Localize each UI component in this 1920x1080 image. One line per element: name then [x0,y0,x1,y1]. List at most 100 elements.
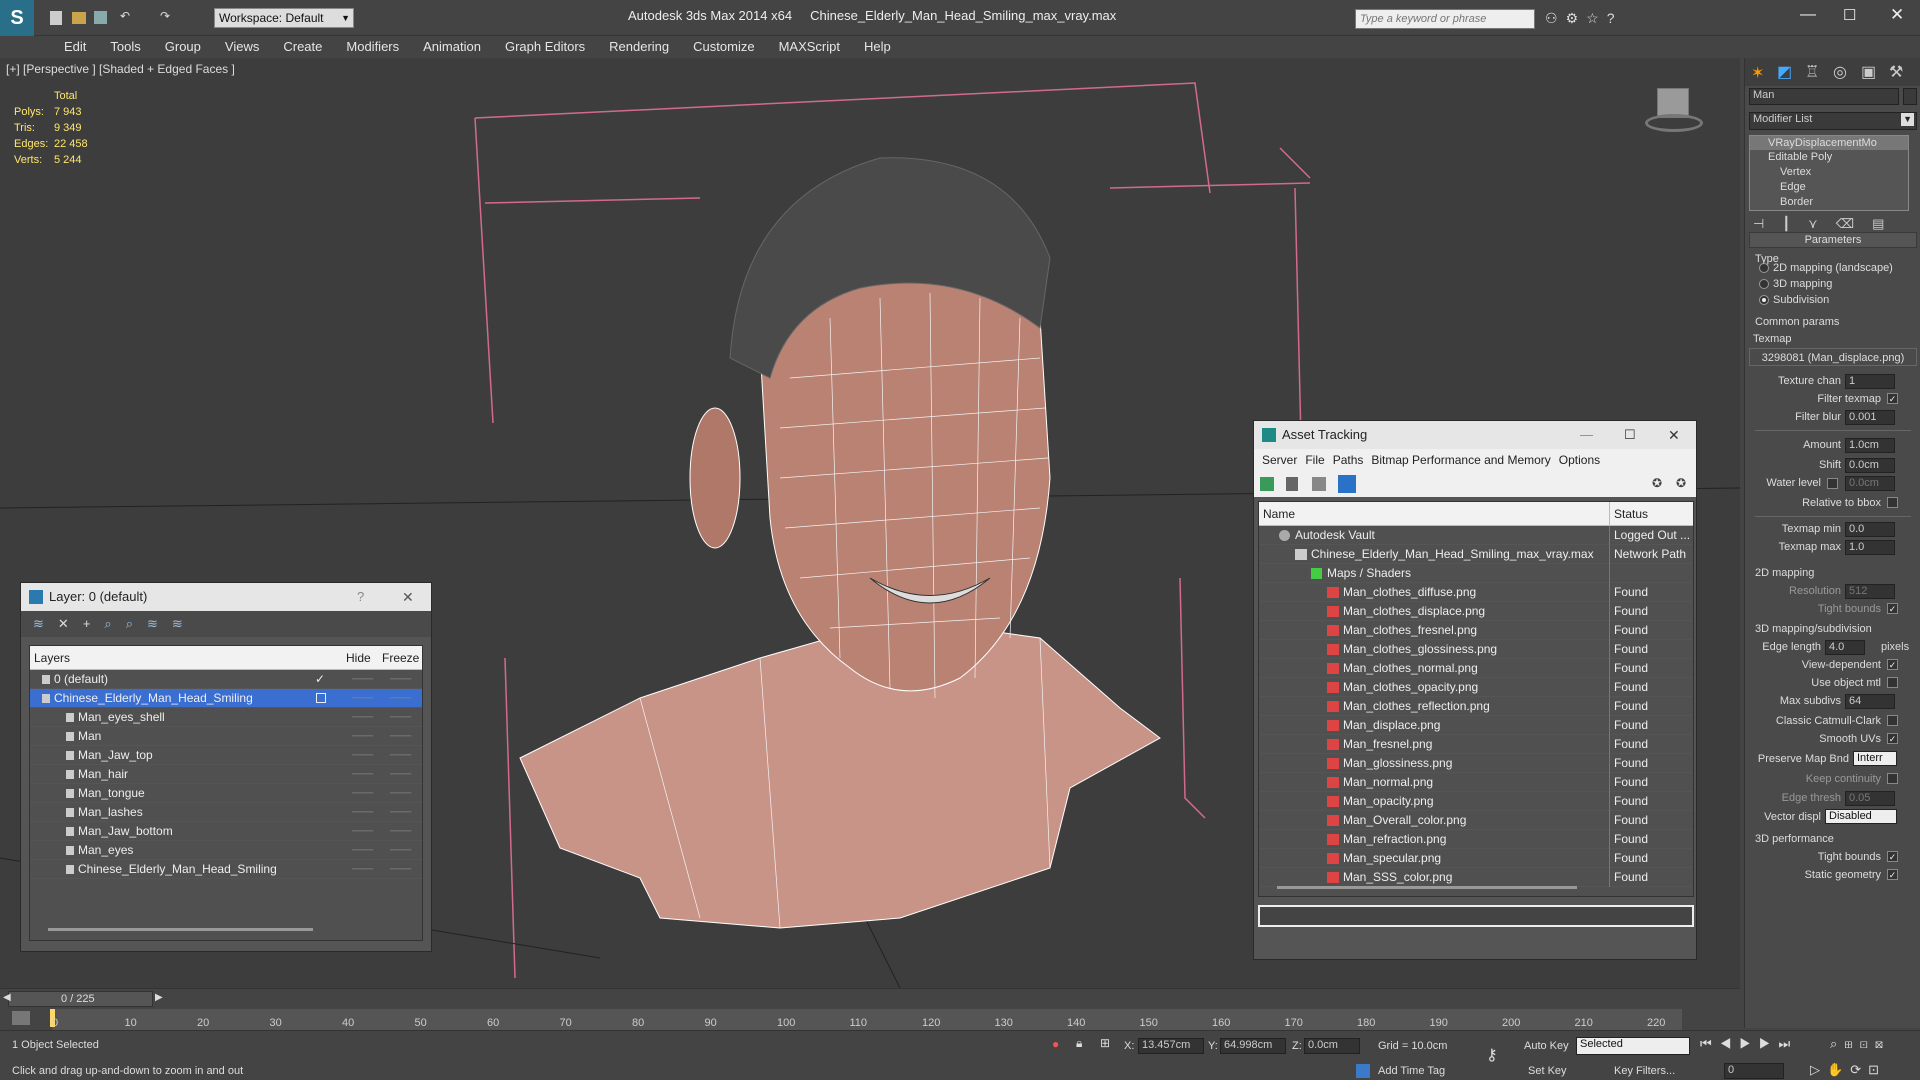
delete-layer-icon[interactable]: ✕ [58,616,83,631]
binoculars-icon[interactable]: ⚇ [1545,10,1566,26]
menu-graph-editors[interactable]: Graph Editors [493,36,597,58]
catmull-clark-checkbox[interactable] [1887,715,1898,726]
maximize-button[interactable]: ☐ [1843,6,1856,24]
asset-row[interactable]: Man_clothes_opacity.png Found [1259,678,1693,697]
asset-row[interactable]: Man_clothes_fresnel.png Found [1259,621,1693,640]
hide-toggle[interactable]: ─── [352,803,373,822]
asset-row[interactable]: Man_SSS_color.png Found [1259,868,1693,887]
hide-toggle[interactable]: ─── [352,708,373,727]
hide-toggle[interactable]: ─── [352,746,373,765]
create-layer-icon[interactable]: ≋ [33,616,58,631]
filter-blur-field[interactable]: 0.001 [1845,410,1895,425]
zoom-all-icon[interactable]: ⊞ [1844,1036,1859,1051]
zoom-icon[interactable]: ⌕ [1830,1036,1844,1051]
parameters-rollout-header[interactable]: Parameters [1749,232,1917,248]
zoom-extents-all-icon[interactable]: ⊠ [1875,1036,1890,1051]
hide-toggle[interactable]: ─── [352,689,373,708]
texmap-button[interactable]: 3298081 (Man_displace.png) [1749,348,1917,366]
freeze-toggle[interactable]: ─── [390,708,411,727]
object-name-field[interactable]: Man [1749,88,1899,105]
asset-row[interactable]: Man_clothes_diffuse.png Found [1259,583,1693,602]
modify-tab-icon[interactable]: ◩ [1777,62,1792,82]
preserve-map-dropdown[interactable]: Interr [1853,751,1897,766]
lock-icon[interactable]: 🔒︎ [1076,1036,1082,1051]
show-end-result-icon[interactable]: ┃ [1782,216,1808,231]
static-geometry-checkbox[interactable]: ✓ [1887,869,1898,880]
open-file-icon[interactable] [72,12,86,24]
asset-row[interactable]: Man_clothes_glossiness.png Found [1259,640,1693,659]
thumbnail-view-icon[interactable] [1312,477,1326,491]
freeze-toggle[interactable]: ─── [390,841,411,860]
asset-row[interactable]: Man_normal.png Found [1259,773,1693,792]
auto-key-button[interactable]: Auto Key [1524,1040,1569,1052]
select-objects-icon[interactable]: ⌕ [104,616,125,631]
vault-icon[interactable]: ✪ [1652,476,1662,490]
create-tab-icon[interactable]: ✶ [1751,63,1764,83]
asset-tracking-window[interactable]: Asset Tracking — ☐ ✕ Server File Paths Bitm… [1253,420,1697,960]
list-view-icon[interactable] [1286,477,1298,491]
edge-length-field[interactable]: 4.0 [1825,640,1865,655]
pin-stack-icon[interactable]: ⊣ [1753,216,1782,231]
layer-row[interactable]: Man_eyes ─── ─── [30,841,422,860]
current-frame-field[interactable]: 0 [1724,1063,1784,1079]
viewcube[interactable] [1645,88,1705,140]
hide-toggle[interactable]: ─── [352,822,373,841]
stack-item-edge[interactable]: Edge [1750,180,1908,195]
next-key-icon[interactable]: ▶ [1759,1036,1779,1051]
previous-key-icon[interactable]: ◀ [1720,1036,1740,1051]
menu-create[interactable]: Create [271,36,334,58]
modifier-list-dropdown[interactable]: Modifier List ▼ [1749,112,1917,130]
key-filters-button[interactable]: Key Filters... [1614,1065,1675,1077]
next-frame-icon[interactable]: ▶ [155,992,163,1003]
texture-chan-field[interactable]: 1 [1845,374,1895,389]
stack-item-vraydisplacement[interactable]: VRayDisplacementMo [1750,136,1908,150]
undo-icon[interactable]: ↶ [120,9,130,23]
layer-manager-window[interactable]: Layer: 0 (default) ? ✕ ≋✕+⌕⌕≋≋ Layers Hi… [20,582,432,952]
max-subdivs-field[interactable]: 64 [1845,694,1895,709]
add-time-tag[interactable]: Add Time Tag [1378,1065,1445,1077]
object-color-swatch[interactable] [1903,88,1917,105]
relative-bbox-checkbox[interactable] [1887,497,1898,508]
make-unique-icon[interactable]: ⋎ [1808,216,1836,231]
layer-row[interactable]: Man ─── ─── [30,727,422,746]
zoom-extents-icon[interactable]: ⊡ [1860,1036,1875,1051]
water-level-field[interactable]: 0.0cm [1845,476,1895,491]
orbit-icon[interactable]: ⟳ [1850,1062,1868,1077]
water-level-checkbox[interactable] [1827,478,1838,489]
layer-row[interactable]: Man_hair ─── ─── [30,765,422,784]
hide-toggle[interactable]: ─── [352,670,373,689]
asset-row[interactable]: Man_clothes_reflection.png Found [1259,697,1693,716]
close-icon[interactable]: ✕ [402,583,414,611]
menu-edit[interactable]: Edit [52,36,98,58]
filter-texmap-checkbox[interactable]: ✓ [1887,393,1898,404]
asset-row[interactable]: Man_specular.png Found [1259,849,1693,868]
horizontal-scrollbar[interactable] [1277,886,1577,889]
layer-row[interactable]: Man_lashes ─── ─── [30,803,422,822]
freeze-toggle[interactable]: ─── [390,784,411,803]
save-file-icon[interactable] [94,11,107,24]
redo-icon[interactable]: ↷ [160,9,170,23]
menu-help[interactable]: Help [852,36,903,58]
menu-views[interactable]: Views [213,36,271,58]
menu-animation[interactable]: Animation [411,36,493,58]
shift-field[interactable]: 0.0cm [1845,458,1895,473]
freeze-toggle[interactable]: ─── [390,803,411,822]
close-button[interactable]: ✕ [1890,5,1904,25]
time-tag-icon[interactable] [1356,1064,1370,1078]
asset-window-titlebar[interactable]: Asset Tracking — ☐ ✕ [1254,421,1696,449]
layer-row[interactable]: Chinese_Elderly_Man_Head_Smiling ─── ─── [30,860,422,879]
asset-row[interactable]: Man_refraction.png Found [1259,830,1693,849]
asset-row[interactable]: Man_fresnel.png Found [1259,735,1693,754]
asset-row[interactable]: Man_clothes_displace.png Found [1259,602,1693,621]
perspective-viewport[interactable]: [+] [Perspective ] [Shaded + Edged Faces… [0,58,1740,988]
maximize-icon[interactable]: ☐ [1624,421,1636,449]
exchange-icon[interactable]: ⚙ [1566,10,1587,26]
hierarchy-tab-icon[interactable]: ♖ [1805,62,1819,82]
prev-frame-icon[interactable]: ◀ [3,992,11,1003]
play-icon[interactable]: ▶ [1739,1036,1759,1051]
asset-row[interactable]: Maps / Shaders [1259,564,1693,583]
hide-toggle[interactable]: ─── [352,841,373,860]
asset-row[interactable]: Man_Overall_color.png Found [1259,811,1693,830]
asset-path-field[interactable] [1258,905,1694,927]
help-icon[interactable]: ? [357,583,364,611]
